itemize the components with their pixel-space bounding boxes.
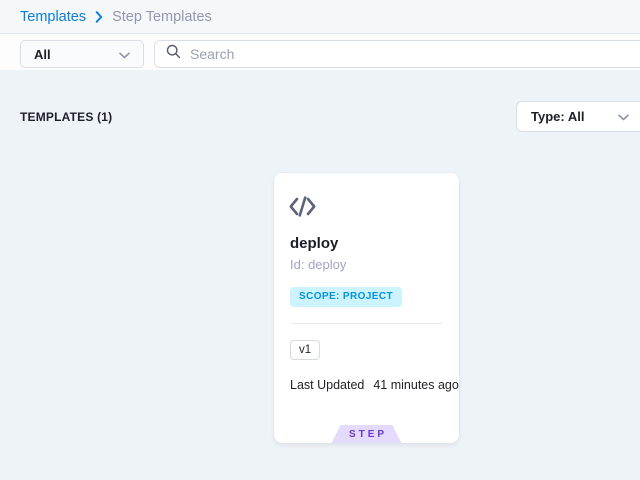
breadcrumb-current: Step Templates — [112, 9, 212, 25]
version-chip[interactable]: v1 — [290, 340, 320, 360]
search-input[interactable] — [190, 46, 640, 62]
last-updated-label: Last Updated — [290, 378, 364, 392]
type-filter-value: Type: All — [531, 109, 584, 124]
search-icon — [166, 44, 181, 64]
page-header: Templates Step Templates All — [0, 0, 640, 70]
last-updated-row: Last Updated 41 minutes ago — [290, 378, 459, 392]
template-id: Id: deploy — [290, 257, 346, 272]
template-card-deploy[interactable]: deploy Id: deploy SCOPE: PROJECT v1 Last… — [274, 173, 459, 443]
chevron-down-icon — [119, 47, 130, 62]
scope-filter-dropdown[interactable]: All — [20, 40, 144, 68]
type-filter-dropdown[interactable]: Type: All — [516, 101, 640, 132]
last-updated-value: 41 minutes ago — [373, 378, 458, 392]
scope-badge: SCOPE: PROJECT — [290, 287, 402, 307]
template-title: deploy — [290, 235, 338, 252]
templates-count-label: TEMPLATES (1) — [20, 110, 112, 124]
template-type-tag: STEP — [332, 425, 402, 443]
code-icon — [289, 195, 316, 223]
search-box[interactable] — [154, 40, 640, 68]
step-templates-page: Templates Step Templates All TEMPLATES (… — [0, 0, 640, 480]
card-divider — [290, 323, 443, 324]
chevron-down-icon — [618, 109, 629, 124]
chevron-right-icon — [95, 11, 103, 23]
breadcrumb: Templates Step Templates — [0, 0, 640, 34]
breadcrumb-link-templates[interactable]: Templates — [20, 9, 86, 25]
scope-filter-value: All — [34, 47, 51, 62]
